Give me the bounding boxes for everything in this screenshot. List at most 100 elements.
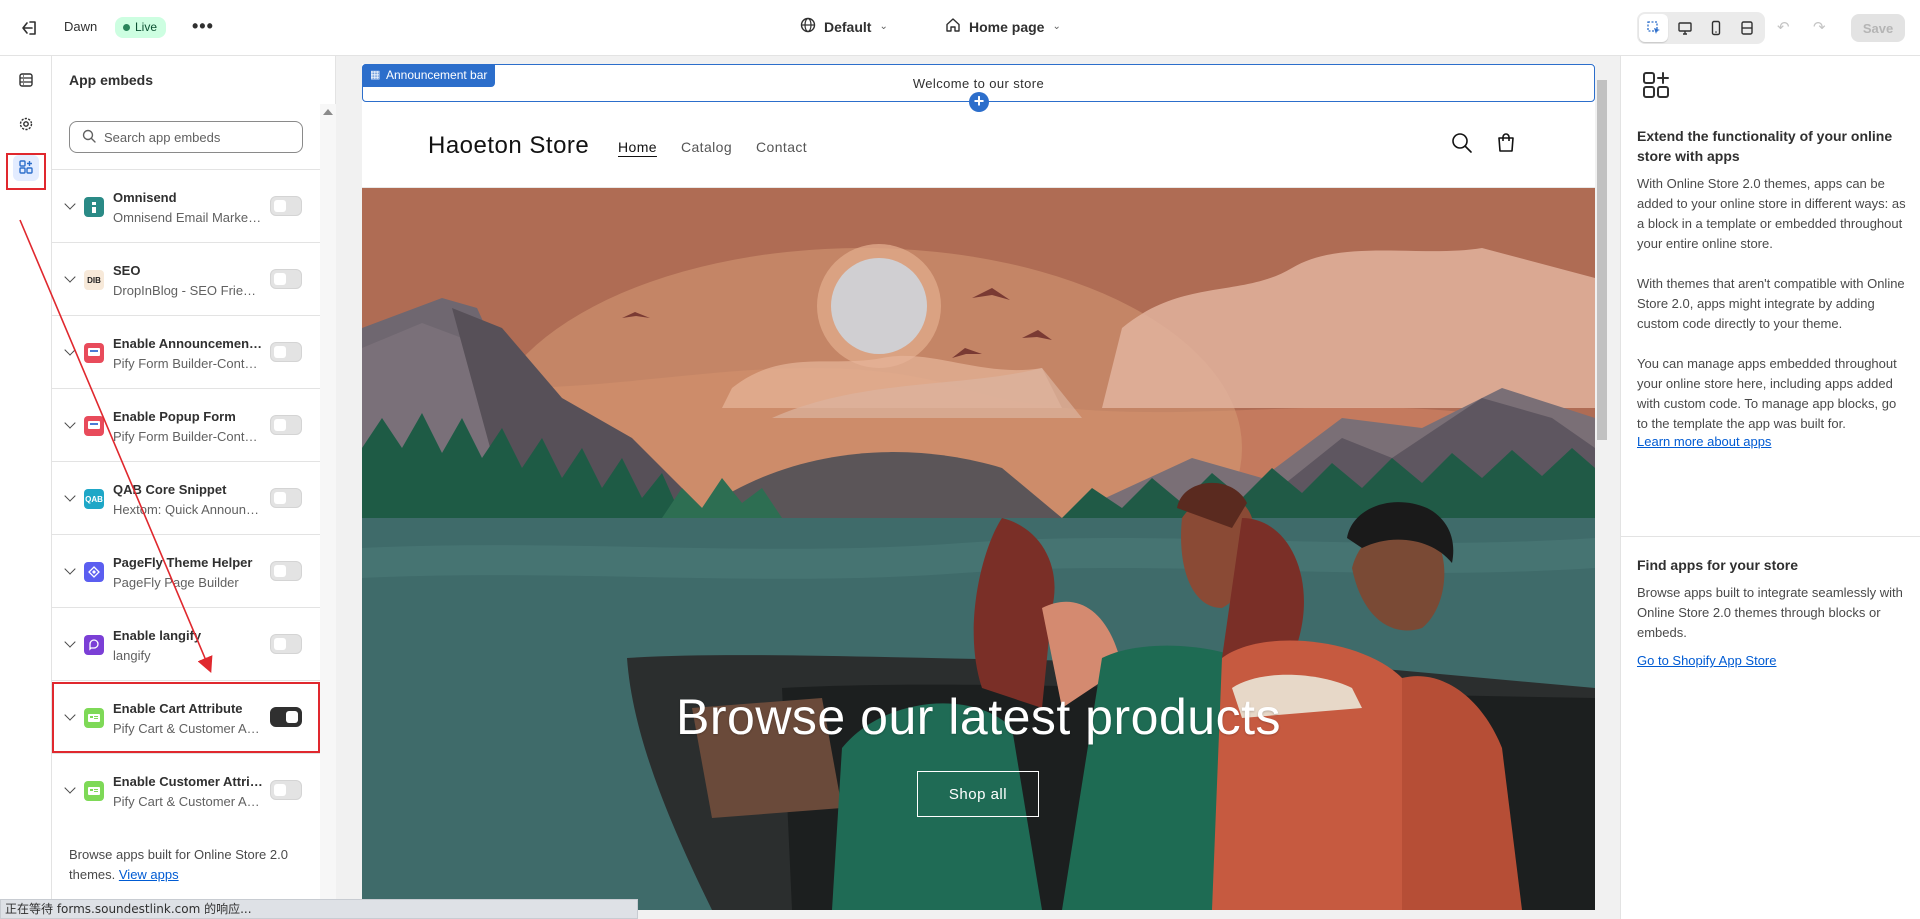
embed-item-seo[interactable]: DIB SEO DropInBlog - SEO Friendly Blog [52, 242, 320, 315]
embed-item-popup-form[interactable]: Enable Popup Form Pify Form Builder-Cont… [52, 388, 320, 461]
add-section-icon[interactable]: + [969, 92, 989, 112]
save-button[interactable]: Save [1851, 14, 1905, 42]
view-apps-link[interactable]: View apps [119, 867, 179, 882]
theme-select[interactable]: Default ⌄ [800, 17, 888, 36]
panel-scrollbar[interactable] [320, 104, 336, 919]
chevron-down-icon[interactable] [64, 490, 76, 502]
chevron-down-icon[interactable] [64, 417, 76, 429]
store-logo-text[interactable]: Haoeton Store [428, 132, 589, 160]
gear-icon [18, 116, 34, 135]
embed-item-customer-attribute[interactable]: Enable Customer Attribute Pify Cart & Cu… [52, 753, 320, 826]
announcement-text: Welcome to our store [912, 75, 1045, 91]
search-input[interactable] [104, 129, 284, 145]
embed-toggle[interactable] [270, 634, 302, 654]
hero-banner: Browse our latest products Shop all [362, 188, 1595, 910]
shop-all-button[interactable]: Shop all [917, 771, 1039, 817]
embed-toggle[interactable] [270, 342, 302, 362]
sections-button[interactable] [13, 68, 39, 94]
scroll-up-icon[interactable] [323, 109, 333, 115]
chevron-down-icon[interactable] [64, 636, 76, 648]
embed-name: PageFly Theme Helper [113, 555, 253, 570]
preview-toolbar [1637, 12, 1765, 44]
more-actions-button[interactable]: ••• [192, 16, 214, 37]
embed-name: SEO [113, 263, 141, 278]
fullscreen-button[interactable] [1732, 14, 1761, 42]
preview-scrollbar[interactable] [1595, 64, 1609, 910]
info-section-find-apps: Find apps for your store Browse apps bui… [1637, 555, 1907, 671]
embed-toggle[interactable] [270, 561, 302, 581]
info-divider [1621, 536, 1920, 537]
live-badge: Live [115, 17, 167, 38]
info-paragraph: Browse apps built to integrate seamlessl… [1637, 585, 1903, 640]
chevron-down-icon[interactable] [64, 344, 76, 356]
info-section-extend: Extend the functionality of your online … [1637, 126, 1907, 449]
chevron-down-icon: ⌄ [1052, 21, 1061, 32]
embed-toggle[interactable] [270, 780, 302, 800]
embed-item-langify[interactable]: Enable langify langify [52, 607, 320, 680]
langify-app-icon [84, 635, 104, 655]
embed-app-name: Hextom: Quick Announcement Bar [113, 502, 263, 517]
announcement-bar-tag[interactable]: Announcement bar [362, 64, 496, 87]
cart-icon[interactable] [1495, 132, 1517, 157]
embed-item-qab-core[interactable]: QAB QAB Core Snippet Hextom: Quick Annou… [52, 461, 320, 534]
chevron-down-icon[interactable] [64, 563, 76, 575]
app-store-link[interactable]: Go to Shopify App Store [1637, 653, 1776, 668]
pify-form-app-icon [84, 416, 104, 436]
pify-form-app-icon [84, 343, 104, 363]
panel-footer: Browse apps built for Online Store 2.0 t… [69, 845, 309, 885]
chevron-down-icon[interactable] [64, 271, 76, 283]
embed-toggle[interactable] [270, 196, 302, 216]
apps-add-icon [1641, 70, 1673, 105]
nav-contact[interactable]: Contact [756, 139, 807, 155]
embed-toggle[interactable] [270, 269, 302, 289]
store-header: Haoeton Store Home Catalog Contact [362, 102, 1595, 188]
app-embeds-panel: App embeds Omnisend Omnisend Email Marke… [52, 56, 336, 919]
embed-name: Enable Popup Form [113, 409, 236, 424]
embed-name: Omnisend [113, 190, 177, 205]
embed-item-pagefly[interactable]: PageFly Theme Helper PageFly Page Builde… [52, 534, 320, 607]
theme-name: Dawn [64, 19, 98, 34]
chevron-down-icon: ⌄ [879, 21, 888, 32]
exit-icon[interactable] [18, 17, 40, 39]
redo-icon[interactable]: ↷ [1813, 18, 1826, 36]
info-paragraph: With themes that aren't compatible with … [1637, 276, 1905, 331]
pagefly-app-icon [84, 562, 104, 582]
embed-item-announcement-bar[interactable]: Enable Announcement Bar Pify Form Builde… [52, 315, 320, 388]
store-nav: Home Catalog Contact [618, 139, 807, 155]
nav-home[interactable]: Home [618, 139, 657, 155]
undo-icon[interactable]: ↶ [1777, 18, 1790, 36]
browser-status-bar: 正在等待 forms.soundestlink.com 的响应... [0, 899, 638, 919]
search-icon[interactable] [1451, 132, 1473, 157]
info-panel: Extend the functionality of your online … [1620, 56, 1920, 919]
embed-app-name: DropInBlog - SEO Friendly Blog [113, 283, 263, 298]
embed-toggle[interactable] [270, 488, 302, 508]
preview-scroll-thumb[interactable] [1597, 80, 1607, 440]
desktop-view-button[interactable] [1670, 14, 1699, 42]
theme-select-label: Default [824, 18, 872, 35]
page-select[interactable]: Home page ⌄ [945, 17, 1061, 36]
info-heading: Extend the functionality of your online … [1637, 128, 1893, 164]
pify-cart-app-icon [84, 781, 104, 801]
qab-app-icon: QAB [84, 489, 104, 509]
inspector-tool-button[interactable] [1639, 14, 1668, 42]
top-bar: Dawn Live ••• Default ⌄ Home page ⌄ ↶ ↷ … [0, 0, 1920, 56]
theme-settings-button[interactable] [13, 112, 39, 138]
search-field[interactable] [69, 121, 303, 153]
embed-item-omnisend[interactable]: Omnisend Omnisend Email Marketing & SMS [52, 169, 320, 242]
embed-name: Enable Announcement Bar [113, 336, 263, 351]
embed-toggle[interactable] [270, 415, 302, 435]
embed-app-name: PageFly Page Builder [113, 575, 239, 590]
embed-app-name: Pify Cart & Customer Attributes [113, 794, 263, 809]
chevron-down-icon[interactable] [64, 198, 76, 210]
learn-more-link[interactable]: Learn more about apps [1637, 434, 1771, 449]
chevron-down-icon[interactable] [64, 782, 76, 794]
embed-app-name: Pify Form Builder-Contact Form [113, 356, 263, 371]
info-paragraph: With Online Store 2.0 themes, apps can b… [1637, 176, 1906, 251]
page-select-label: Home page [969, 18, 1045, 35]
mobile-view-button[interactable] [1701, 14, 1730, 42]
panel-title: App embeds [69, 72, 154, 88]
store-header-icons [1451, 132, 1517, 157]
nav-catalog[interactable]: Catalog [681, 139, 732, 155]
highlight-box-cart-attribute [52, 682, 320, 753]
embed-name: Enable Customer Attribute [113, 774, 263, 789]
